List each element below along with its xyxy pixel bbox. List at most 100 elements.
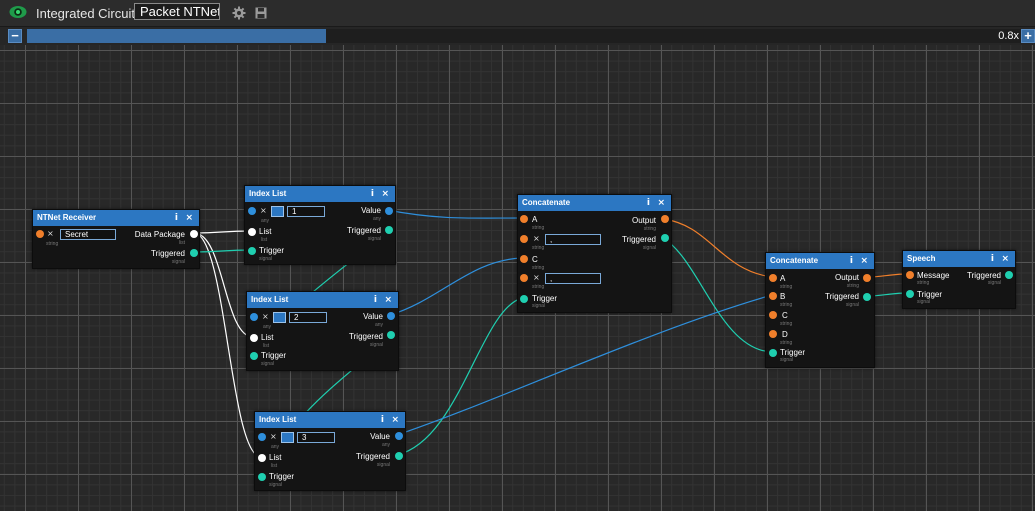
remove-input-icon[interactable]: × bbox=[533, 273, 540, 282]
remove-input-icon[interactable]: × bbox=[270, 432, 277, 441]
close-icon[interactable]: × bbox=[185, 210, 193, 226]
pin-label-message: Message bbox=[917, 271, 950, 280]
pin-output-signal[interactable] bbox=[385, 226, 393, 234]
close-icon[interactable]: × bbox=[657, 195, 665, 211]
separator-input[interactable]: , bbox=[545, 273, 601, 284]
node-header[interactable]: Index List i × bbox=[255, 412, 405, 428]
pin-type: signal bbox=[845, 302, 859, 308]
node-header[interactable]: Index List i × bbox=[245, 186, 395, 202]
info-icon[interactable]: i bbox=[371, 186, 374, 202]
pin-input-signal[interactable] bbox=[258, 473, 266, 481]
node-header[interactable]: Concatenate i × bbox=[766, 253, 874, 269]
pin-output-signal[interactable] bbox=[387, 331, 395, 339]
close-icon[interactable]: × bbox=[381, 186, 389, 202]
pin-output-signal[interactable] bbox=[661, 234, 669, 242]
close-icon[interactable]: × bbox=[391, 412, 399, 428]
info-icon[interactable]: i bbox=[374, 292, 377, 308]
pin-input-string[interactable] bbox=[36, 230, 44, 238]
pin-input-string[interactable] bbox=[520, 235, 528, 243]
node-header[interactable]: Index List i × bbox=[247, 292, 398, 308]
circuit-name-input[interactable] bbox=[134, 3, 220, 20]
separator-input[interactable]: , bbox=[545, 234, 601, 245]
pin-input-signal[interactable] bbox=[906, 290, 914, 298]
pin-output-string[interactable] bbox=[863, 274, 871, 282]
pin-input-string[interactable] bbox=[769, 274, 777, 282]
pin-input-any[interactable] bbox=[250, 313, 258, 321]
pin-label-triggered: Triggered bbox=[825, 292, 859, 301]
pin-output-any[interactable] bbox=[385, 207, 393, 215]
node-header[interactable]: Concatenate i × bbox=[518, 195, 671, 211]
pin-type: any bbox=[381, 442, 390, 448]
eye-icon[interactable] bbox=[9, 5, 27, 19]
info-icon[interactable]: i bbox=[175, 210, 178, 226]
node-header[interactable]: Speech i × bbox=[903, 251, 1015, 267]
pin-input-string[interactable] bbox=[520, 215, 528, 223]
pin-input-list[interactable] bbox=[250, 334, 258, 342]
remove-input-icon[interactable]: × bbox=[260, 206, 267, 215]
index-input[interactable]: 3 bbox=[297, 432, 335, 443]
pin-output-signal[interactable] bbox=[863, 293, 871, 301]
index-input[interactable]: 2 bbox=[289, 312, 327, 323]
pin-output-any[interactable] bbox=[387, 312, 395, 320]
pin-input-string[interactable] bbox=[769, 311, 777, 319]
node-index-list-1[interactable]: Index List i × × 1 any List list Trigger… bbox=[244, 185, 396, 265]
node-concatenate-2[interactable]: Concatenate i × A string B string C stri… bbox=[765, 252, 875, 368]
pin-output-string[interactable] bbox=[661, 215, 669, 223]
info-icon[interactable]: i bbox=[850, 253, 853, 269]
node-ntnet-receiver[interactable]: NTNet Receiver i × × Secret string Data … bbox=[32, 209, 200, 269]
info-icon[interactable]: i bbox=[381, 412, 384, 428]
pin-input-any[interactable] bbox=[258, 433, 266, 441]
channel-input[interactable]: Secret bbox=[60, 229, 116, 240]
pin-input-string[interactable] bbox=[906, 271, 914, 279]
zoom-in-icon[interactable]: + bbox=[1021, 29, 1035, 43]
node-index-list-3[interactable]: Index List i × × 3 any List list Trigger… bbox=[254, 411, 406, 491]
pin-output-any[interactable] bbox=[395, 432, 403, 440]
pin-input-signal[interactable] bbox=[248, 247, 256, 255]
remove-input-icon[interactable]: × bbox=[47, 229, 54, 238]
upload-icon[interactable] bbox=[273, 312, 286, 323]
pin-label-trigger: Trigger bbox=[269, 472, 295, 481]
upload-icon[interactable] bbox=[281, 432, 294, 443]
node-speech[interactable]: Speech i × Message string Trigger signal… bbox=[902, 250, 1016, 309]
pin-input-any[interactable] bbox=[248, 207, 256, 215]
pin-input-list[interactable] bbox=[258, 454, 266, 462]
pin-type: signal bbox=[269, 482, 283, 488]
pin-output-signal[interactable] bbox=[395, 452, 403, 460]
pin-label-triggered: Triggered bbox=[151, 249, 185, 258]
pin-input-string[interactable] bbox=[769, 330, 777, 338]
close-icon[interactable]: × bbox=[1001, 251, 1009, 267]
pin-type: string bbox=[643, 226, 656, 232]
close-icon[interactable]: × bbox=[384, 292, 392, 308]
pin-input-list[interactable] bbox=[248, 228, 256, 236]
upload-icon[interactable] bbox=[271, 206, 284, 217]
node-title: Index List bbox=[259, 415, 297, 424]
info-icon[interactable]: i bbox=[991, 251, 994, 267]
node-title: NTNet Receiver bbox=[37, 213, 97, 222]
remove-input-icon[interactable]: × bbox=[262, 312, 269, 321]
pin-input-signal[interactable] bbox=[520, 295, 528, 303]
pin-input-string[interactable] bbox=[769, 292, 777, 300]
node-concatenate-1[interactable]: Concatenate i × A string × , string C st… bbox=[517, 194, 672, 313]
pin-output-signal[interactable] bbox=[1005, 271, 1013, 279]
remove-input-icon[interactable]: × bbox=[533, 234, 540, 243]
zoom-out-icon[interactable]: − bbox=[8, 29, 22, 43]
pin-type: string bbox=[532, 245, 545, 251]
pin-output-signal[interactable] bbox=[190, 249, 198, 257]
index-input[interactable]: 1 bbox=[287, 206, 325, 217]
pin-input-string[interactable] bbox=[520, 274, 528, 282]
node-header[interactable]: NTNet Receiver i × bbox=[33, 210, 199, 226]
pin-input-string[interactable] bbox=[520, 255, 528, 263]
info-icon[interactable]: i bbox=[647, 195, 650, 211]
pin-output-list[interactable] bbox=[190, 230, 198, 238]
close-icon[interactable]: × bbox=[860, 253, 868, 269]
node-title: Index List bbox=[249, 189, 287, 198]
pin-input-signal[interactable] bbox=[250, 352, 258, 360]
save-icon[interactable] bbox=[254, 6, 268, 20]
pin-input-signal[interactable] bbox=[769, 349, 777, 357]
pin-type: string bbox=[532, 284, 545, 290]
pin-type: string bbox=[532, 225, 545, 231]
gear-icon[interactable] bbox=[232, 6, 246, 20]
pin-label-output: Output bbox=[631, 216, 656, 225]
pin-label-trigger: Trigger bbox=[259, 246, 285, 255]
node-index-list-2[interactable]: Index List i × × 2 any List list Trigger… bbox=[246, 291, 399, 371]
